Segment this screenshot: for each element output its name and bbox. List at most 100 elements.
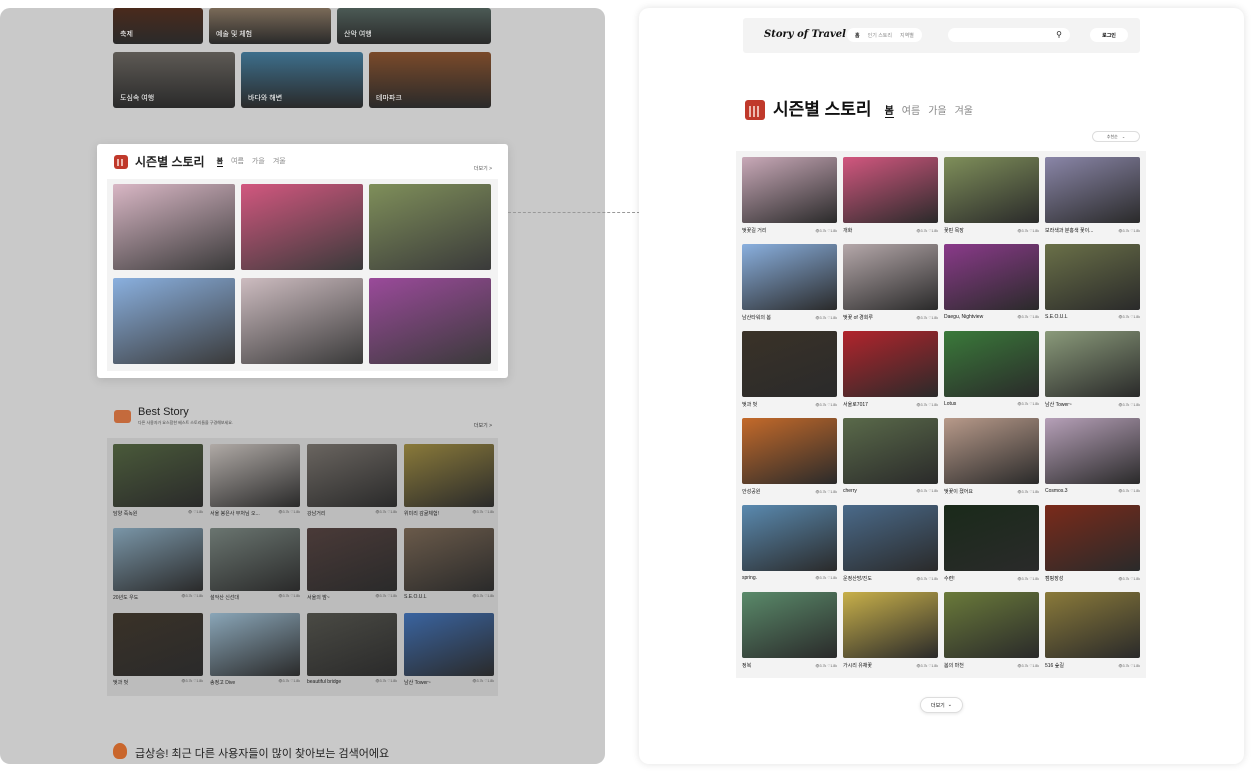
category-tile[interactable]: 도심속 여행 (113, 52, 235, 108)
season-photo[interactable] (113, 184, 235, 270)
best-story-item[interactable]: 설악산 신선대 👁3.7k ♡1.8k (210, 528, 300, 605)
load-more-button[interactable]: 더보기 ⌄ (920, 697, 963, 713)
load-more-label: 더보기 (930, 702, 945, 709)
calendar-icon (114, 154, 128, 169)
tab-1[interactable]: 여름 (902, 102, 920, 118)
story-photo (742, 505, 837, 571)
story-name: beautiful bridge (307, 678, 342, 685)
story-name: 수련! (944, 576, 955, 582)
nav-tab-0[interactable]: 홈 (855, 32, 860, 39)
story-name: 20년도 우도 (113, 595, 139, 602)
best-story-item[interactable]: 위미리 감귤체험! 👁3.7k ♡1.8k (404, 444, 494, 521)
tab-0[interactable]: 봄 (884, 102, 894, 118)
story-caption: 벚꽃길 거리 👁3.7k ♡1.8k (742, 227, 837, 234)
story-card[interactable]: Cosmos.3 👁3.7k ♡1.8k (1045, 418, 1140, 498)
story-card[interactable]: 벚꽃이 졌어요 👁3.7k ♡1.8k (944, 418, 1039, 498)
best-story-item[interactable]: 남산 Tower~ 👁3.7k ♡1.8k (404, 612, 494, 690)
story-caption: S.E.O.U.L 👁3.7k ♡1.8k (1045, 314, 1140, 320)
best-more-link[interactable]: 더보기 > (474, 422, 492, 429)
story-card[interactable]: 516 숲길 👁3.7k ♡1.8k (1045, 592, 1140, 672)
story-card[interactable]: 벚꽃길 거리 👁3.7k ♡1.8k (742, 157, 837, 237)
best-story-item[interactable]: S.E.O.U.L 👁3.7k ♡1.8k (404, 528, 494, 605)
best-story-item[interactable]: 벚과 벗 👁3.7k ♡1.8k (113, 612, 203, 690)
story-caption: 20년도 우도 👁3.7k ♡1.8k (113, 594, 203, 601)
category-tile[interactable]: 바다와 해변 (241, 52, 363, 108)
season-photo[interactable] (241, 278, 363, 364)
story-card[interactable]: Lotus 👁3.7k ♡1.8k (944, 331, 1039, 411)
connector-line (508, 212, 640, 213)
story-name: Daegu, Nightview (944, 314, 984, 320)
story-caption: 봄의 마천 👁3.7k ♡1.8k (944, 662, 1039, 669)
sort-dropdown[interactable]: 추천순 ⌄ (1092, 131, 1140, 142)
story-card[interactable]: spring. 👁3.7k ♡1.8k (742, 505, 837, 585)
story-card[interactable]: 가시리 유채꽃 👁3.7k ♡1.8k (843, 592, 938, 672)
story-photo (944, 592, 1039, 658)
tab-3[interactable]: 겨울 (955, 102, 973, 118)
story-name: 봄의 마천 (944, 663, 964, 669)
story-card[interactable]: 캠핑장성 👁3.7k ♡1.8k (1045, 505, 1140, 585)
category-tile[interactable]: 축제 (113, 8, 203, 44)
story-caption: 강남거리 👁3.7k ♡1.8k (307, 510, 397, 517)
story-card[interactable]: 수련! 👁3.7k ♡1.8k (944, 505, 1039, 585)
best-story-item[interactable]: 서울의 밤~ 👁3.7k ♡1.8k (307, 528, 397, 605)
tab-2[interactable]: 가을 (928, 102, 946, 118)
story-photo (1045, 157, 1140, 223)
best-story-title: Best Story (138, 406, 189, 418)
story-card[interactable]: 개화 👁3.7k ♡1.8k (843, 157, 938, 237)
story-caption: 수련! 👁3.7k ♡1.8k (944, 575, 1039, 582)
story-card[interactable]: 꽃핀 목장 👁3.7k ♡1.8k (944, 157, 1039, 237)
story-card[interactable]: 남산타워의 봄 👁3.7k ♡1.8k (742, 244, 837, 324)
story-card[interactable]: 안성공원 👁3.7k ♡1.8k (742, 418, 837, 498)
story-card[interactable]: 정복 👁3.7k ♡1.8k (742, 592, 837, 672)
season-more-link[interactable]: 더보기 > (474, 165, 492, 172)
search-input[interactable]: ⚲ (948, 28, 1070, 42)
story-photo (1045, 244, 1140, 310)
best-story-item[interactable]: 20년도 우도 👁3.7k ♡1.8k (113, 528, 203, 605)
story-card[interactable]: 벚과 벗 👁3.7k ♡1.8k (742, 331, 837, 411)
nav-tab-1[interactable]: 인기 스토리 (868, 32, 892, 39)
story-stats: 👁3.7k ♡1.8k (1118, 315, 1140, 319)
fire-icon (113, 743, 127, 759)
story-card[interactable]: S.E.O.U.L 👁3.7k ♡1.8k (1045, 244, 1140, 324)
tab-3[interactable]: 겨울 (273, 156, 286, 167)
story-stats: 👁3.7k ♡1.8k (916, 228, 938, 233)
category-row-1: 축제 예술 및 체험 산악 여행 (113, 8, 491, 44)
story-card[interactable]: cherry 👁3.7k ♡1.8k (843, 418, 938, 498)
best-story-item[interactable]: 송정고 Dive 👁3.7k ♡1.8k (210, 612, 300, 690)
story-card[interactable]: 남산 Tower~ 👁3.7k ♡1.8k (1045, 331, 1140, 411)
best-story-item[interactable]: 강남거리 👁3.7k ♡1.8k (307, 444, 397, 521)
nav-tab-2[interactable]: 지역별 (900, 32, 914, 39)
category-tile[interactable]: 테마파크 (369, 52, 491, 108)
story-card[interactable]: 벚꽃 of 경회루 👁3.7k ♡1.8k (843, 244, 938, 324)
story-card[interactable]: 보라색과 분홍색 꽃이... 👁3.7k ♡1.8k (1045, 157, 1140, 237)
season-photo[interactable] (241, 184, 363, 270)
category-label: 산악 여행 (344, 31, 372, 38)
season-photo[interactable] (113, 278, 235, 364)
story-name: 516 숲길 (1045, 663, 1064, 669)
story-stats: 👁3.7k ♡1.8k (1017, 402, 1039, 406)
story-name: 벚과 벗 (113, 679, 129, 686)
category-tile[interactable]: 예술 및 체험 (209, 8, 331, 44)
tab-0[interactable]: 봄 (216, 156, 224, 167)
logo[interactable]: Story of Travel (764, 29, 846, 40)
story-card[interactable]: 봄의 마천 👁3.7k ♡1.8k (944, 592, 1039, 672)
best-story-item[interactable]: beautiful bridge 👁3.7k ♡1.8k (307, 612, 397, 690)
season-photo[interactable] (369, 184, 491, 270)
season-photo[interactable] (369, 278, 491, 364)
story-card[interactable]: 서울로7017 👁3.7k ♡1.8k (843, 331, 938, 411)
best-story-item[interactable]: 서울 봉은사 부처님 오... 👁3.7k ♡1.8k (210, 444, 300, 521)
tab-1[interactable]: 여름 (231, 156, 244, 167)
category-label: 테마파크 (376, 95, 402, 102)
story-card[interactable]: 운정산방/진도 👁3.7k ♡1.8k (843, 505, 938, 585)
login-button[interactable]: 로그인 (1090, 28, 1128, 42)
best-story-subtitle: 다른 사용자가 요스함한 베스트 스토리들을 구경해보세요. (138, 420, 233, 425)
story-card[interactable]: Daegu, Nightview 👁3.7k ♡1.8k (944, 244, 1039, 324)
story-name: 남산 Tower~ (1045, 402, 1072, 408)
search-icon[interactable]: ⚲ (1056, 31, 1062, 39)
story-name: Lotus (944, 401, 957, 407)
best-story-item[interactable]: 담양 죽녹원 👁 ♡1.8k (113, 444, 203, 521)
story-name: 가시리 유채꽃 (843, 663, 872, 669)
story-name: 안성공원 (742, 489, 761, 495)
category-tile[interactable]: 산악 여행 (337, 8, 491, 44)
tab-2[interactable]: 가을 (252, 156, 265, 167)
